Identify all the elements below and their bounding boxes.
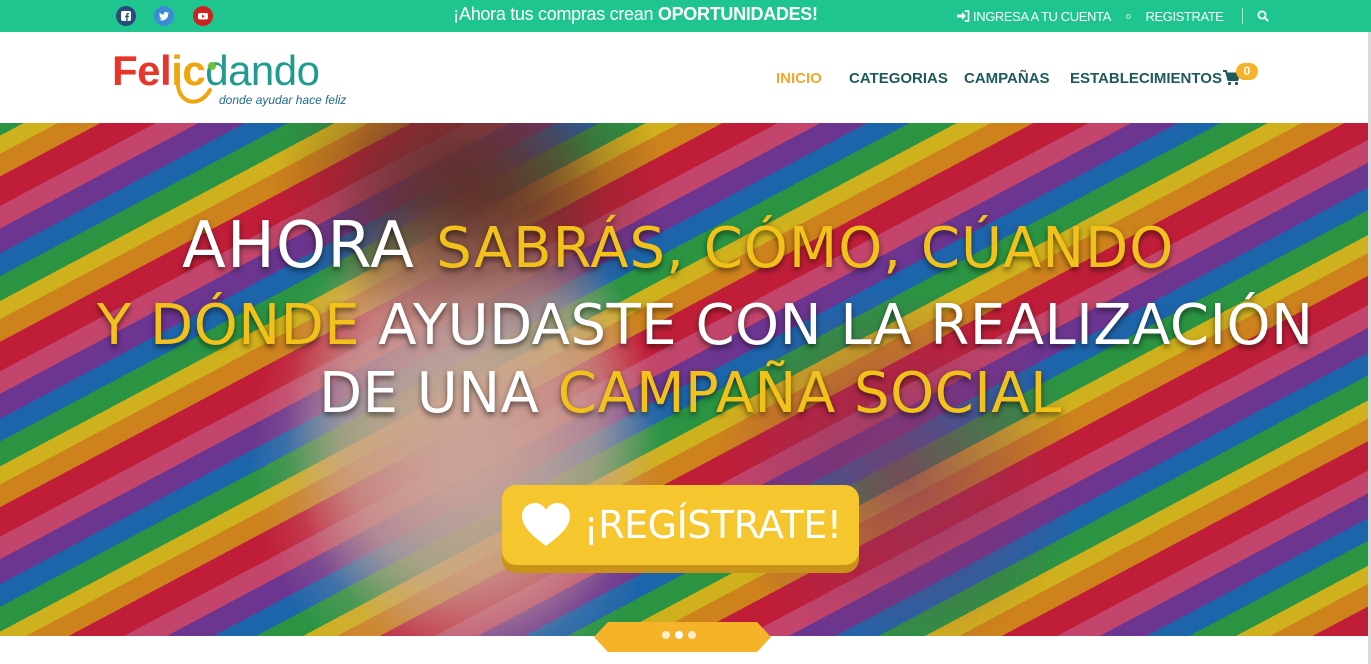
- hero-slide: AHORA SABRÁS, CÓMO, CÚANDO Y DÓNDE AYUDA…: [0, 123, 1368, 636]
- nav-item-establecimientos[interactable]: ESTABLECIMIENTOS: [1070, 70, 1222, 87]
- slider-dots: [662, 631, 696, 639]
- slider-dot-2[interactable]: [675, 631, 683, 639]
- headline-line-1-white: AHORA: [182, 209, 437, 283]
- or-separator: o: [1125, 11, 1131, 21]
- sign-in-icon: [957, 10, 970, 22]
- logo-part-fel: Fel: [112, 47, 172, 94]
- top-bar: ¡Ahora tus compras crean OPORTUNIDADES! …: [0, 0, 1371, 32]
- search-icon[interactable]: [1257, 10, 1269, 22]
- register-link[interactable]: REGISTRATE: [1145, 9, 1224, 24]
- logo-smile-icon: [176, 62, 216, 104]
- headline-line-1: AHORA SABRÁS, CÓMO, CÚANDO: [182, 209, 1174, 283]
- divider: [1241, 8, 1243, 24]
- promo-text: ¡Ahora tus compras crean: [453, 4, 658, 24]
- logo-part-dando: dando: [205, 47, 320, 94]
- nav-item-categorias[interactable]: CATEGORIAS: [849, 70, 948, 87]
- headline-line-3: DE UNA CAMPAÑA SOCIAL: [319, 361, 1062, 426]
- heart-icon: [521, 503, 570, 546]
- headline-line-2-yellow: Y DÓNDE: [97, 293, 379, 358]
- account-links: INGRESA A TU CUENTA o REGISTRATE: [957, 7, 1269, 25]
- nav-item-campanas[interactable]: CAMPAÑAS: [964, 70, 1050, 87]
- headline-line-1-yellow: SABRÁS, CÓMO, CÚANDO: [436, 216, 1175, 281]
- register-cta-label: ¡REGÍSTRATE!: [583, 503, 843, 547]
- register-cta-button[interactable]: ¡REGÍSTRATE!: [502, 485, 859, 565]
- login-label: INGRESA A TU CUENTA: [973, 8, 1111, 24]
- logo-tagline: donde ayudar hace feliz: [219, 93, 347, 107]
- headline-line-2: Y DÓNDE AYUDASTE CON LA REALIZACIÓN: [97, 293, 1314, 358]
- promo-bold-text: OPORTUNIDADES!: [657, 4, 818, 24]
- login-link[interactable]: INGRESA A TU CUENTA: [957, 9, 1111, 24]
- nav-item-inicio[interactable]: INICIO: [776, 70, 822, 87]
- headline-line-3-yellow: CAMPAÑA SOCIAL: [557, 361, 1062, 426]
- site-header: Felicdando donde ayudar hace feliz INICI…: [0, 32, 1371, 123]
- felicidando-logo[interactable]: Felicdando donde ayudar hace feliz: [112, 46, 362, 112]
- headline-line-2-white: AYUDASTE CON LA REALIZACIÓN: [378, 293, 1314, 358]
- cart-count-badge: 0: [1236, 63, 1258, 80]
- slider-dot-3[interactable]: [688, 631, 696, 639]
- slider-dot-1[interactable]: [662, 631, 670, 639]
- headline-line-3-white: DE UNA: [319, 361, 558, 426]
